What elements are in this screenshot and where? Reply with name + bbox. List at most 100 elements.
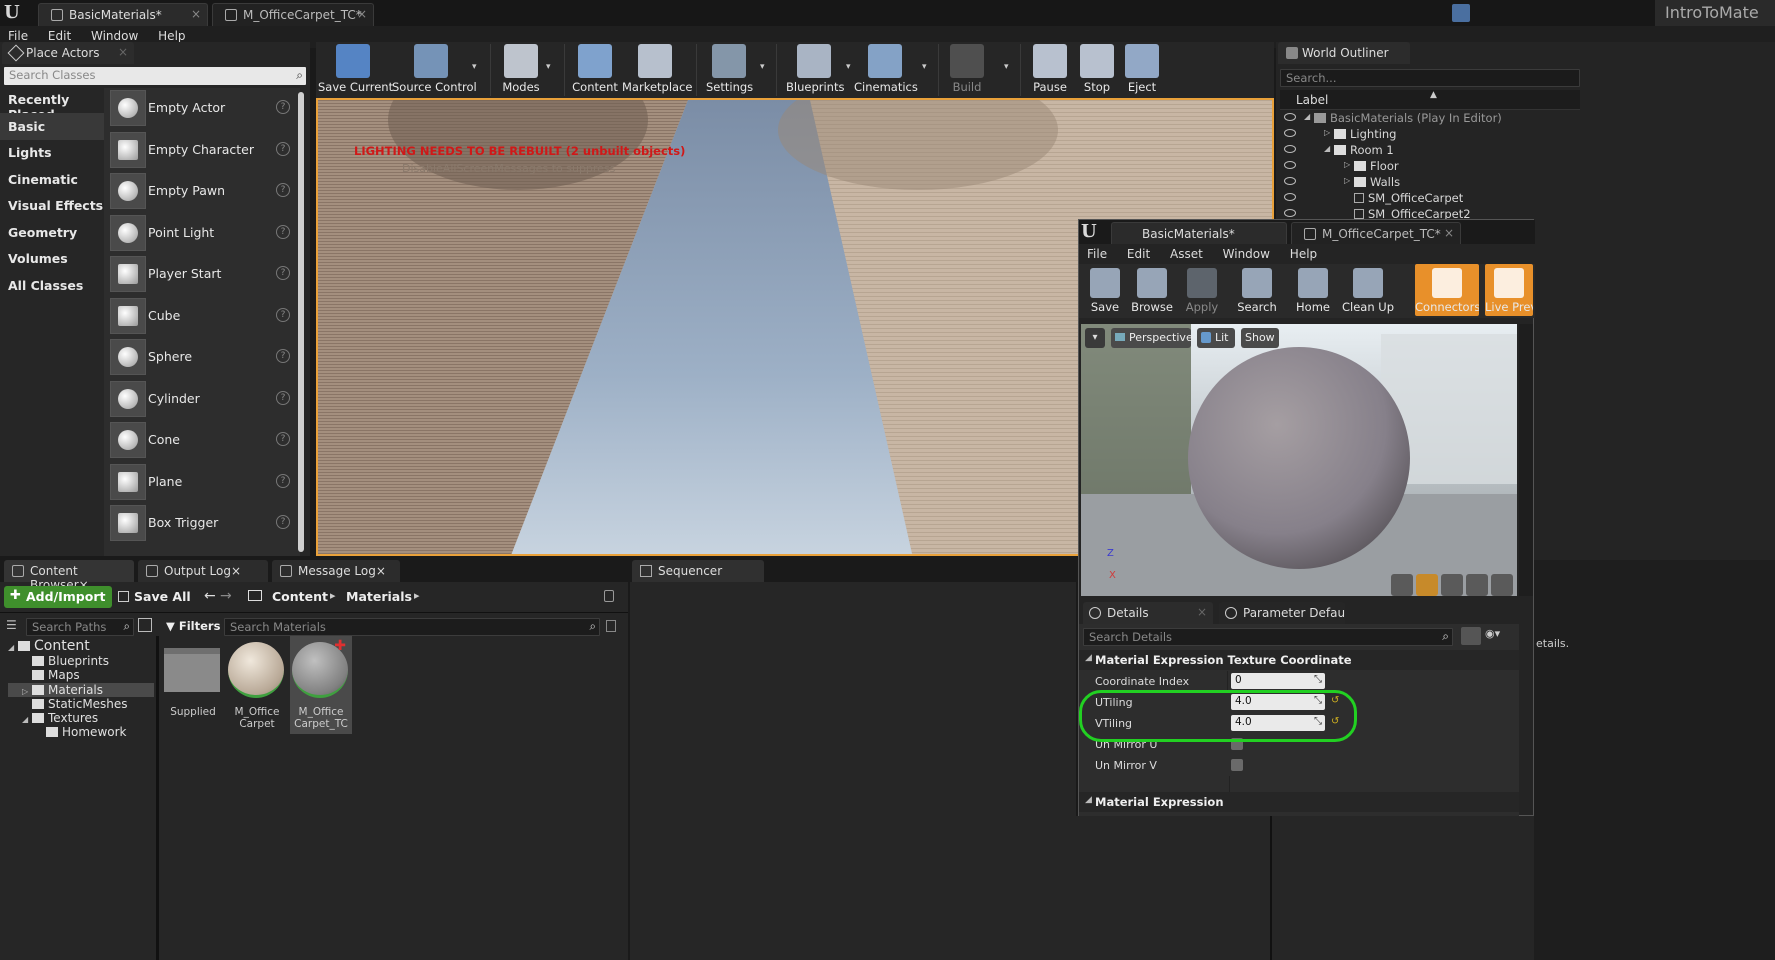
close-icon[interactable]: ×	[118, 45, 128, 59]
view-options-icon[interactable]	[138, 618, 152, 632]
category-all-classes[interactable]: All Classes	[0, 272, 104, 299]
show-button[interactable]: Show	[1241, 328, 1279, 348]
tab-parameter-defaults[interactable]: Parameter Defaults	[1219, 602, 1345, 624]
help-icon[interactable]: ?	[276, 390, 290, 405]
tab-basic-materials[interactable]: BasicMaterials* ×	[38, 3, 208, 26]
actor-item-player-start[interactable]: Player Start?	[108, 254, 298, 295]
dropdown-arrow-icon[interactable]: ▾	[1004, 62, 1009, 72]
asset-supplied[interactable]: Supplied	[162, 636, 224, 734]
asset-m-office-carpet-tc[interactable]: ✚ M_Office Carpet_TC	[290, 636, 352, 734]
viewport-menu-button[interactable]: ▾	[1085, 328, 1105, 348]
me-button-browse[interactable]: Browse	[1129, 264, 1175, 316]
save-search-icon[interactable]	[606, 620, 616, 632]
tab-message-log[interactable]: Message Log×	[272, 560, 400, 582]
toolbar-button-eject[interactable]: Eject	[1124, 44, 1160, 96]
preview-scrollbar[interactable]	[1519, 324, 1533, 596]
tab-details[interactable]: Details ×	[1083, 602, 1213, 624]
close-icon[interactable]: ×	[1444, 226, 1454, 240]
help-icon[interactable]: ?	[276, 473, 290, 488]
expand-arrow-icon[interactable]: ◢	[8, 643, 18, 652]
visibility-eye-icon[interactable]	[1284, 193, 1296, 201]
close-icon[interactable]: ×	[376, 564, 386, 578]
help-icon[interactable]: ?	[276, 183, 290, 197]
lit-button[interactable]: Lit	[1197, 328, 1235, 348]
actor-item-cone[interactable]: Cone?	[108, 420, 298, 461]
menu-edit[interactable]: Edit	[40, 26, 79, 43]
category-geometry[interactable]: Geometry	[0, 219, 104, 246]
search-details-input[interactable]: Search Details ⌕	[1083, 628, 1453, 646]
coordinate-index-input[interactable]: 0 ⤡	[1231, 673, 1325, 689]
unmirror-v-checkbox[interactable]	[1231, 759, 1243, 771]
toolbar-button-source-control[interactable]: Source Control	[392, 44, 477, 96]
breadcrumb-materials[interactable]: Materials	[346, 589, 412, 604]
section-header-material-expression[interactable]: ◢ Material Expression	[1079, 792, 1519, 812]
expand-arrow-icon[interactable]: ▷	[1344, 176, 1350, 185]
visibility-eye-icon[interactable]	[1284, 145, 1296, 153]
help-icon[interactable]: ?	[276, 307, 290, 322]
view-options-icon[interactable]: ◉▾	[1485, 627, 1513, 645]
sphere-preview-icon[interactable]	[1416, 574, 1438, 596]
me-button-search[interactable]: Search	[1229, 264, 1285, 316]
search-classes-input[interactable]: Search Classes ⌕	[4, 67, 306, 85]
me-menu-edit[interactable]: Edit	[1119, 244, 1158, 261]
expand-arrow-icon[interactable]: ◢	[22, 715, 32, 724]
outliner-search-input[interactable]: Search...	[1280, 69, 1580, 87]
toolbar-button-cinematics[interactable]: Cinematics	[854, 44, 918, 96]
outliner-row-walls[interactable]: ▷ Walls	[1280, 174, 1570, 190]
toolbar-button-save-current[interactable]: Save Current	[318, 44, 393, 96]
tree-folder-staticmeshes[interactable]: StaticMeshes	[8, 697, 154, 711]
cylinder-preview-icon[interactable]	[1391, 574, 1413, 596]
category-basic[interactable]: Basic	[0, 112, 104, 140]
toolbar-button-modes[interactable]: Modes	[500, 44, 542, 96]
category-volumes[interactable]: Volumes	[0, 245, 104, 272]
expand-arrow-icon[interactable]: ◢	[1324, 144, 1330, 153]
category-lights[interactable]: Lights	[0, 139, 104, 166]
menu-help[interactable]: Help	[150, 26, 193, 43]
outliner-row-room-1[interactable]: ◢ Room 1	[1280, 142, 1570, 158]
me-menu-asset[interactable]: Asset	[1162, 244, 1211, 261]
menu-file[interactable]: File	[0, 26, 36, 43]
tab-content-browser[interactable]: Content Browser×	[4, 560, 134, 592]
search-paths-input[interactable]: Search Paths ⌕	[26, 618, 134, 636]
dropdown-arrow-icon[interactable]: ▾	[922, 62, 927, 72]
me-button-clean-up[interactable]: Clean Up	[1339, 264, 1397, 316]
asset-m-office-carpet[interactable]: M_Office Carpet	[226, 636, 288, 734]
toolbar-button-pause[interactable]: Pause	[1030, 44, 1070, 96]
actor-item-cube[interactable]: Cube?	[108, 296, 298, 337]
tree-folder-materials[interactable]: ▷ Materials	[8, 682, 154, 697]
help-icon[interactable]: ?	[276, 141, 290, 156]
dropdown-arrow-icon[interactable]: ▾	[472, 62, 477, 72]
lock-icon[interactable]	[604, 590, 614, 602]
category-cinematic[interactable]: Cinematic	[0, 166, 104, 193]
me-menu-help[interactable]: Help	[1282, 244, 1325, 261]
actor-item-point-light[interactable]: Point Light?	[108, 213, 298, 254]
section-header-texcoord[interactable]: ◢ Material Expression Texture Coordinate	[1079, 650, 1519, 670]
search-materials-input[interactable]: Search Materials ⌕	[224, 618, 600, 636]
tree-folder-homework[interactable]: Homework	[8, 725, 154, 739]
toolbar-button-blueprints[interactable]: Blueprints	[786, 44, 844, 96]
outliner-row-sm-officecarpet[interactable]: SM_OfficeCarpet	[1280, 190, 1570, 206]
dropdown-arrow-icon[interactable]: ▾	[846, 62, 851, 72]
tab-material[interactable]: M_OfficeCarpet_TC* ×	[212, 3, 374, 26]
close-icon[interactable]: ×	[357, 7, 367, 21]
category-recently-placed[interactable]: Recently Placed	[0, 86, 104, 122]
dropdown-arrow-icon[interactable]: ▾	[760, 62, 765, 72]
expand-arrow-icon[interactable]: ▷	[1324, 128, 1330, 137]
help-icon[interactable]: ?	[276, 224, 290, 239]
me-button-save[interactable]: Save	[1085, 264, 1125, 316]
outliner-row-basicmaterials-play-in-editor[interactable]: ◢ BasicMaterials (Play In Editor)	[1280, 110, 1570, 126]
tree-folder-maps[interactable]: Maps	[8, 668, 154, 682]
toolbar-button-content[interactable]: Content	[572, 44, 618, 96]
actor-item-cylinder[interactable]: Cylinder?	[108, 379, 298, 420]
toolbar-button-stop[interactable]: Stop	[1080, 44, 1114, 96]
actor-item-sphere[interactable]: Sphere?	[108, 337, 298, 378]
visibility-eye-icon[interactable]	[1284, 209, 1296, 217]
menu-window[interactable]: Window	[83, 26, 146, 43]
sources-toggle-icon[interactable]: ☰	[6, 618, 22, 632]
cube-preview-icon[interactable]	[1466, 574, 1488, 596]
close-icon[interactable]: ×	[1197, 605, 1207, 619]
outliner-row-lighting[interactable]: ▷ Lighting	[1280, 126, 1570, 142]
actor-item-plane[interactable]: Plane?	[108, 462, 298, 503]
material-preview-viewport[interactable]: ▾ Perspective Lit Show Z X	[1081, 324, 1517, 596]
help-icon[interactable]: ?	[276, 266, 290, 280]
